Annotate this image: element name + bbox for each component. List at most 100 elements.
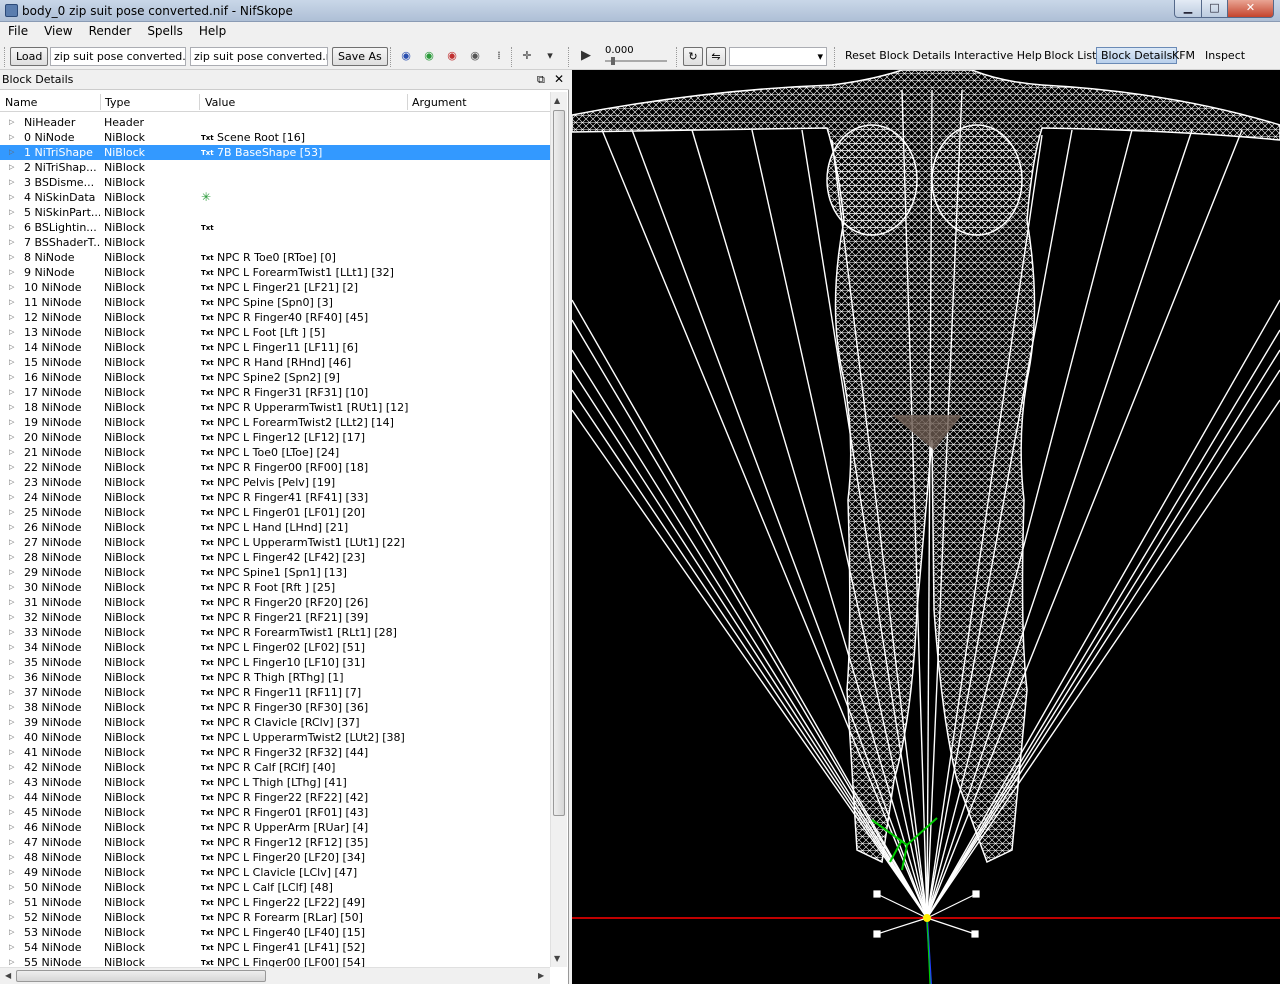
time-slider-handle[interactable] bbox=[611, 57, 615, 65]
expand-arrow-icon[interactable]: ▷ bbox=[9, 910, 14, 925]
menu-help[interactable]: Help bbox=[191, 22, 234, 38]
wireframe-render[interactable] bbox=[572, 70, 1280, 984]
expand-arrow-icon[interactable]: ▷ bbox=[9, 760, 14, 775]
table-row[interactable]: ▷ 36 NiNode NiBlock Txt NPC R Thigh [RThg] [… bbox=[0, 670, 550, 685]
scroll-left-icon[interactable]: ◀ bbox=[5, 971, 11, 980]
expand-arrow-icon[interactable]: ▷ bbox=[9, 700, 14, 715]
expand-arrow-icon[interactable]: ▷ bbox=[9, 190, 14, 205]
table-row[interactable]: ▷ 29 NiNode NiBlock Txt NPC Spine1 [Spn1] [1… bbox=[0, 565, 550, 580]
vertical-scrollbar[interactable]: ▲ ▼ bbox=[550, 92, 567, 967]
table-row[interactable]: ▷ 39 NiNode NiBlock Txt NPC R Clavicle [RClv… bbox=[0, 715, 550, 730]
interactive-help-button[interactable]: Interactive Help bbox=[954, 49, 1042, 62]
expand-arrow-icon[interactable]: ▷ bbox=[9, 400, 14, 415]
kfm-button[interactable]: KFM bbox=[1172, 49, 1195, 62]
table-row[interactable]: ▷ 14 NiNode NiBlock Txt NPC L Finger11 [LF11… bbox=[0, 340, 550, 355]
table-row[interactable]: ▷ 53 NiNode NiBlock Txt NPC L Finger40 [LF40… bbox=[0, 925, 550, 940]
table-row[interactable]: ▷ 54 NiNode NiBlock Txt NPC L Finger41 [LF41… bbox=[0, 940, 550, 955]
expand-arrow-icon[interactable]: ▷ bbox=[9, 445, 14, 460]
expand-arrow-icon[interactable]: ▷ bbox=[9, 670, 14, 685]
table-row[interactable]: ▷ 55 NiNode NiBlock Txt NPC L Finger00 [LF00… bbox=[0, 955, 550, 967]
column-argument[interactable]: Argument bbox=[412, 96, 467, 109]
load-file-field[interactable]: zip suit pose converted.nif bbox=[50, 47, 186, 66]
table-row[interactable]: ▷ 40 NiNode NiBlock Txt NPC L UpperarmTwist2… bbox=[0, 730, 550, 745]
table-row[interactable]: ▷ NiHeader Header bbox=[0, 115, 550, 130]
move-axis-icon[interactable]: ✛ bbox=[519, 50, 535, 62]
expand-arrow-icon[interactable]: ▷ bbox=[9, 115, 14, 130]
expand-arrow-icon[interactable]: ▷ bbox=[9, 850, 14, 865]
expand-arrow-icon[interactable]: ▷ bbox=[9, 880, 14, 895]
expand-arrow-icon[interactable]: ▷ bbox=[9, 715, 14, 730]
table-row[interactable]: ▷ 31 NiNode NiBlock Txt NPC R Finger20 [RF20… bbox=[0, 595, 550, 610]
save-as-button[interactable]: Save As bbox=[332, 47, 388, 66]
expand-arrow-icon[interactable]: ▷ bbox=[9, 925, 14, 940]
table-row[interactable]: ▷ 5 NiSkinPart... NiBlock bbox=[0, 205, 550, 220]
table-row[interactable]: ▷ 30 NiNode NiBlock Txt NPC R Foot [Rft ] [2… bbox=[0, 580, 550, 595]
table-row[interactable]: ▷ 37 NiNode NiBlock Txt NPC R Finger11 [RF11… bbox=[0, 685, 550, 700]
column-type[interactable]: Type bbox=[105, 96, 130, 109]
menu-view[interactable]: View bbox=[36, 22, 80, 38]
reset-block-details-button[interactable]: Reset Block Details bbox=[845, 49, 951, 62]
expand-arrow-icon[interactable]: ▷ bbox=[9, 565, 14, 580]
close-button[interactable]: ✕ bbox=[1227, 0, 1274, 18]
expand-arrow-icon[interactable]: ▷ bbox=[9, 535, 14, 550]
animation-select[interactable]: ▾ bbox=[729, 47, 827, 66]
table-row[interactable]: ▷ 48 NiNode NiBlock Txt NPC L Finger20 [LF20… bbox=[0, 850, 550, 865]
expand-arrow-icon[interactable]: ▷ bbox=[9, 955, 14, 967]
expand-arrow-icon[interactable]: ▷ bbox=[9, 550, 14, 565]
expand-arrow-icon[interactable]: ▷ bbox=[9, 385, 14, 400]
table-row[interactable]: ▷ 51 NiNode NiBlock Txt NPC L Finger22 [LF22… bbox=[0, 895, 550, 910]
expand-arrow-icon[interactable]: ▷ bbox=[9, 460, 14, 475]
table-row[interactable]: ▷ 20 NiNode NiBlock Txt NPC L Finger12 [LF12… bbox=[0, 430, 550, 445]
horizontal-scrollbar[interactable]: ◀ ▶ bbox=[0, 967, 550, 984]
expand-arrow-icon[interactable]: ▷ bbox=[9, 490, 14, 505]
expand-arrow-icon[interactable]: ▷ bbox=[9, 625, 14, 640]
scrollbar-thumb[interactable] bbox=[553, 110, 565, 816]
chevron-down-icon[interactable]: ▾ bbox=[542, 50, 558, 62]
switch-icon[interactable]: ⇋ bbox=[706, 47, 726, 66]
table-row[interactable]: ▷ 47 NiNode NiBlock Txt NPC R Finger12 [RF12… bbox=[0, 835, 550, 850]
expand-arrow-icon[interactable]: ▷ bbox=[9, 595, 14, 610]
expand-arrow-icon[interactable]: ▷ bbox=[9, 775, 14, 790]
close-panel-icon[interactable]: ✕ bbox=[554, 72, 564, 86]
table-row[interactable]: ▷ 23 NiNode NiBlock Txt NPC Pelvis [Pelv] [1… bbox=[0, 475, 550, 490]
table-row[interactable]: ▷ 38 NiNode NiBlock Txt NPC R Finger30 [RF30… bbox=[0, 700, 550, 715]
expand-arrow-icon[interactable]: ▷ bbox=[9, 610, 14, 625]
expand-arrow-icon[interactable]: ▷ bbox=[9, 865, 14, 880]
expand-arrow-icon[interactable]: ▷ bbox=[9, 730, 14, 745]
expand-arrow-icon[interactable]: ▷ bbox=[9, 160, 14, 175]
table-row[interactable]: ▷ 4 NiSkinData NiBlock ✳ bbox=[0, 190, 550, 205]
table-row[interactable]: ▷ 13 NiNode NiBlock Txt NPC L Foot [Lft ] [5… bbox=[0, 325, 550, 340]
menu-render[interactable]: Render bbox=[81, 22, 140, 38]
table-row[interactable]: ▷ 2 NiTriShap... NiBlock bbox=[0, 160, 550, 175]
table-row[interactable]: ▷ 8 NiNode NiBlock Txt NPC R Toe0 [RToe] [0] bbox=[0, 250, 550, 265]
hscrollbar-thumb[interactable] bbox=[16, 970, 266, 982]
expand-arrow-icon[interactable]: ▷ bbox=[9, 430, 14, 445]
undock-icon[interactable]: ⧉ bbox=[537, 73, 545, 87]
time-slider[interactable] bbox=[605, 57, 667, 65]
expand-arrow-icon[interactable]: ▷ bbox=[9, 520, 14, 535]
menu-file[interactable]: File bbox=[0, 22, 36, 38]
expand-arrow-icon[interactable]: ▷ bbox=[9, 370, 14, 385]
table-row[interactable]: ▷ 52 NiNode NiBlock Txt NPC R Forearm [RLar]… bbox=[0, 910, 550, 925]
expand-arrow-icon[interactable]: ▷ bbox=[9, 505, 14, 520]
table-row[interactable]: ▷ 19 NiNode NiBlock Txt NPC L ForearmTwist2 … bbox=[0, 415, 550, 430]
table-row[interactable]: ▷ 10 NiNode NiBlock Txt NPC L Finger21 [LF21… bbox=[0, 280, 550, 295]
table-row[interactable]: ▷ 12 NiNode NiBlock Txt NPC R Finger40 [RF40… bbox=[0, 310, 550, 325]
minimize-button[interactable]: ▁ bbox=[1174, 0, 1202, 18]
expand-arrow-icon[interactable]: ▷ bbox=[9, 205, 14, 220]
expand-arrow-icon[interactable]: ▷ bbox=[9, 415, 14, 430]
render-viewport[interactable] bbox=[572, 70, 1280, 984]
view-blue-eye-icon[interactable]: ◉ bbox=[398, 50, 414, 62]
expand-arrow-icon[interactable]: ▷ bbox=[9, 145, 14, 160]
table-row[interactable]: ▷ 34 NiNode NiBlock Txt NPC L Finger02 [LF02… bbox=[0, 640, 550, 655]
menu-spells[interactable]: Spells bbox=[139, 22, 191, 38]
column-divider[interactable] bbox=[407, 94, 408, 110]
expand-arrow-icon[interactable]: ▷ bbox=[9, 820, 14, 835]
expand-arrow-icon[interactable]: ▷ bbox=[9, 265, 14, 280]
table-row[interactable]: ▷ 22 NiNode NiBlock Txt NPC R Finger00 [RF00… bbox=[0, 460, 550, 475]
column-name[interactable]: Name bbox=[5, 96, 37, 109]
save-file-field[interactable]: zip suit pose converted.nif bbox=[190, 47, 328, 66]
table-row[interactable]: ▷ 0 NiNode NiBlock Txt Scene Root [16] bbox=[0, 130, 550, 145]
table-row[interactable]: ▷ 15 NiNode NiBlock Txt NPC R Hand [RHnd] [4… bbox=[0, 355, 550, 370]
table-row[interactable]: ▷ 41 NiNode NiBlock Txt NPC R Finger32 [RF32… bbox=[0, 745, 550, 760]
